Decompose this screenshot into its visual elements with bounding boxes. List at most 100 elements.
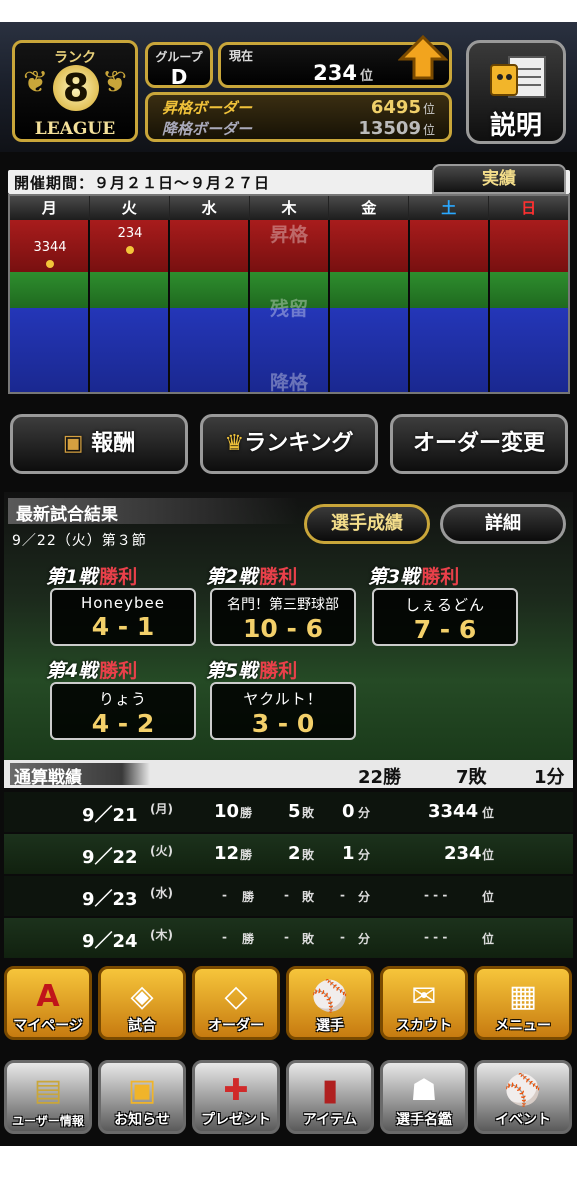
players-button[interactable]: ⚾ 選手	[286, 966, 374, 1040]
rank-unit: 位	[482, 890, 495, 904]
loss-unit: 敗	[302, 932, 315, 946]
players-label: 選手	[316, 1018, 344, 1034]
day-fri: 金	[329, 196, 410, 220]
results-date: 9／22（火）第３節	[12, 533, 147, 549]
game-label: 試合	[128, 1018, 156, 1034]
game-result: 勝利	[99, 660, 138, 682]
rank-unit: 位	[482, 806, 495, 820]
history-rank: - - -	[424, 930, 448, 944]
day-wed: 水	[170, 196, 250, 220]
crown-icon: ♛	[224, 431, 245, 456]
demotion-unit: 位	[422, 123, 435, 137]
reward-label: 報酬	[91, 431, 136, 456]
game-card-1[interactable]: 第1戦 勝利 Honeybee 4 - 1	[46, 562, 196, 650]
day-thu: 木	[250, 196, 330, 220]
game-score: 10 - 6	[243, 614, 323, 643]
game-button[interactable]: ◈ 試合	[98, 966, 186, 1040]
rank-badge: ランク ❦ ❦ 8 LEAGUE	[12, 40, 138, 142]
total-wins: 22勝	[358, 767, 402, 788]
performance-tab[interactable]: 実績	[432, 164, 566, 194]
mypage-label: マイページ	[13, 1018, 83, 1034]
loss-unit: 敗	[302, 848, 315, 862]
history-draws: -	[340, 930, 345, 944]
total-losses: 7敗	[456, 767, 487, 788]
mypage-button[interactable]: A マイページ	[4, 966, 92, 1040]
laurel-right-icon: ❦	[101, 65, 127, 100]
game-number: 第4戦	[46, 660, 98, 682]
demotion-value: 13509	[358, 118, 421, 139]
league-label: LEAGUE	[34, 119, 116, 139]
current-rank-unit: 位	[359, 69, 373, 84]
ranking-button[interactable]: ♛ランキング	[200, 414, 378, 474]
history-losses: -	[284, 888, 289, 902]
rank-up-arrow-icon	[398, 34, 448, 80]
history-rank: 234	[444, 843, 482, 864]
win-unit: 勝	[240, 848, 253, 862]
history-losses: 5	[288, 801, 301, 822]
player-directory-button[interactable]: ☗ 選手名鑑	[380, 1060, 468, 1134]
player-stats-button[interactable]: 選手成績	[304, 504, 430, 544]
history-row: 9／21 (月) 10 勝 5敗 0分 3344 位	[4, 792, 573, 832]
group-box: グループ D	[145, 42, 213, 89]
notice-button[interactable]: ▣ お知らせ	[98, 1060, 186, 1134]
game-card-2[interactable]: 第2戦 勝利 名門！第三野球部 10 - 6	[206, 562, 356, 650]
order-change-button[interactable]: オーダー変更	[390, 414, 568, 474]
scout-button[interactable]: ✉ スカウト	[380, 966, 468, 1040]
history-date: 9／24	[82, 931, 138, 952]
order-change-label: オーダー変更	[412, 431, 545, 456]
history-dow: (水)	[150, 886, 173, 900]
menu-label: メニュー	[495, 1018, 551, 1034]
user-info-label: ユーザー情報	[12, 1114, 84, 1128]
game-result: 勝利	[259, 660, 298, 682]
game-card-3[interactable]: 第3戦 勝利 しぇるどん 7 - 6	[368, 562, 518, 650]
game-opponent: しぇるどん	[404, 596, 485, 614]
game-card-4[interactable]: 第4戦 勝利 りょう 4 - 2	[46, 656, 196, 744]
menu-button[interactable]: ▦ メニュー	[474, 966, 572, 1040]
game-opponent: ヤクルト！	[243, 690, 323, 708]
history-wins: -	[222, 930, 227, 944]
border-box: 昇格ボーダー 6495 位 降格ボーダー 13509 位	[145, 92, 452, 142]
weekly-calendar: 月 火 水 木 金 土 日 昇格 残留 降格 3344 234	[8, 194, 570, 394]
game-score: 4 - 1	[91, 612, 155, 641]
item-label: アイテム	[302, 1112, 358, 1128]
reward-button[interactable]: ▣ 報酬	[10, 414, 188, 474]
history-date: 9／22	[82, 847, 138, 868]
history-draws: -	[340, 888, 345, 902]
rank-number: 8	[53, 65, 99, 111]
game-result: 勝利	[259, 566, 298, 588]
event-button[interactable]: ⚾ イベント	[474, 1060, 572, 1134]
history-draws: 1	[342, 843, 355, 864]
calendar-rank-mon: 3344	[33, 240, 67, 255]
history-wins: 12	[214, 843, 240, 864]
game-card-5[interactable]: 第5戦 勝利 ヤクルト！ 3 - 0	[206, 656, 356, 744]
game-opponent: Honeybee	[80, 594, 166, 612]
user-info-button[interactable]: ▤ ユーザー情報	[4, 1060, 92, 1134]
bottom-area	[0, 1146, 577, 1200]
total-record-label: 通算戦績	[10, 763, 150, 788]
stay-zone-label: 残留	[269, 298, 308, 320]
group-value: D	[170, 65, 188, 89]
history-date: 9／23	[82, 889, 138, 910]
total-draws: 1分	[534, 767, 565, 788]
rank-unit: 位	[482, 848, 495, 862]
order-button[interactable]: ◇ オーダー	[192, 966, 280, 1040]
item-button[interactable]: ▮ アイテム	[286, 1060, 374, 1134]
history-rank: - - -	[424, 888, 448, 902]
player-directory-label: 選手名鑑	[396, 1112, 452, 1128]
present-button[interactable]: ✚ プレゼント	[192, 1060, 280, 1134]
calendar-dot-mon	[46, 260, 54, 268]
total-record-bar: 通算戦績 22勝 7敗 1分	[4, 760, 573, 788]
game-score: 4 - 2	[91, 709, 155, 738]
rank-unit: 位	[482, 932, 495, 946]
event-label: イベント	[495, 1112, 551, 1128]
draw-unit: 分	[358, 890, 371, 904]
detail-button[interactable]: 詳細	[440, 504, 566, 544]
history-row: 9／24 (木) -勝 -敗 -分 - - -位	[4, 918, 573, 958]
present-label: プレゼント	[201, 1112, 271, 1128]
rank-label: ランク	[54, 50, 96, 66]
history-wins: 10	[214, 801, 240, 822]
history-losses: 2	[288, 843, 301, 864]
game-result: 勝利	[421, 566, 460, 588]
game-number: 第5戦	[206, 660, 258, 682]
help-button[interactable]: 説明	[466, 40, 566, 144]
